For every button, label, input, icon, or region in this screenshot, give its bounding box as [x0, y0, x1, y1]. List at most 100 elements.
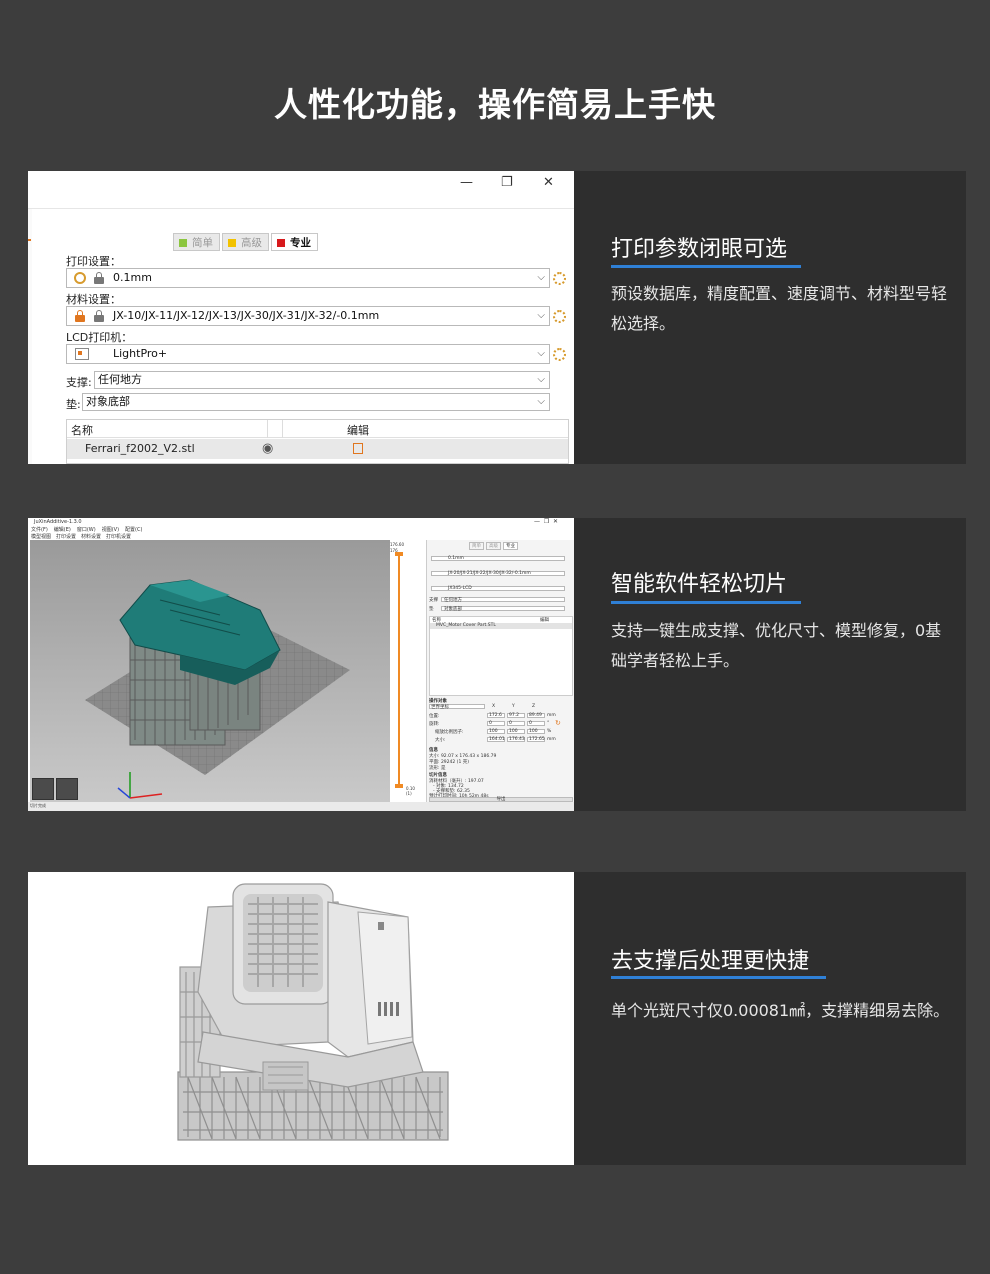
feature-slicer: JuXinAdditive-1.3.0 — ❐ ✕ 文件(F) 编辑(E) 窗口…: [28, 518, 966, 811]
menu-file[interactable]: 文件(F): [31, 526, 48, 533]
scale-y-value: 100: [509, 729, 518, 734]
panel-pad-select[interactable]: 对象底部: [441, 606, 565, 612]
scale-y[interactable]: 100: [507, 729, 525, 734]
mode-switch: 简单 高级 专业: [173, 233, 318, 251]
chevron-down-icon: ⌵: [537, 396, 545, 407]
size-label: 大小:: [435, 738, 446, 743]
layer-slider[interactable]: 176.60 176 0.10 (1): [390, 540, 426, 802]
chevron-down-icon: ⌵: [537, 272, 545, 283]
printer-select[interactable]: LightPro+ ⌵: [66, 344, 550, 364]
print-settings-value: 0.1mm: [113, 271, 152, 284]
slider-top-value: 176.60: [390, 542, 404, 547]
position-x[interactable]: 172.6: [487, 713, 505, 718]
pad-select[interactable]: 对象底部 ⌵: [82, 393, 550, 411]
mode-advanced-button[interactable]: 高级: [222, 233, 269, 251]
print-settings-label: 打印设置：: [66, 255, 121, 268]
size-y[interactable]: 176.43: [507, 737, 525, 742]
tab-material-settings[interactable]: 材料设置: [81, 533, 101, 540]
panel-mode-simple[interactable]: 简单: [469, 542, 484, 550]
menu-config[interactable]: 配置(C): [125, 526, 142, 533]
menu-view[interactable]: 视图(V): [102, 526, 119, 533]
menu-edit[interactable]: 编辑(E): [54, 526, 71, 533]
rotation-z[interactable]: 0: [527, 721, 545, 726]
rotation-x[interactable]: 0: [487, 721, 505, 726]
size-x[interactable]: 164.01: [487, 737, 505, 742]
settings-panel: 简单 高级 专业 0.1mm JX-20/JX-21/JX-22/JX-30/J…: [426, 540, 574, 802]
rotation-y[interactable]: 0: [507, 721, 525, 726]
table-row[interactable]: MVC_Motor Cover Part.STL: [430, 623, 572, 629]
scale-unit: %: [547, 729, 552, 734]
unlock-icon: [75, 310, 85, 322]
slider-handle-bottom[interactable]: [395, 784, 403, 788]
feature-title: 去支撑后处理更快捷: [611, 949, 810, 974]
size-z[interactable]: 172.65: [527, 737, 545, 742]
material-value: JX-10/JX-11/JX-12/JX-13/JX-30/JX-31/JX-3…: [113, 309, 380, 322]
support-select[interactable]: 任何地方 ⌵: [94, 371, 550, 389]
size-y-value: 176.43: [509, 737, 525, 742]
info-manifold: 流形: 是: [429, 766, 446, 771]
restore-icon[interactable]: ❐: [501, 175, 513, 190]
gear-icon[interactable]: [553, 348, 566, 361]
size-unit: mm: [547, 737, 556, 742]
rotation-z-value: 0: [529, 721, 532, 726]
tab-printer-settings[interactable]: 打印机设置: [106, 533, 131, 540]
slider-handle-top[interactable]: [395, 552, 403, 556]
panel-mode-pro[interactable]: 专业: [503, 542, 518, 550]
panel-print-select[interactable]: 0.1mm: [431, 556, 565, 561]
printer-icon: [75, 348, 89, 360]
menu-list: 文件(F) 编辑(E) 窗口(W) 视图(V) 配置(C): [31, 526, 142, 533]
reset-rotation-icon[interactable]: ↻: [555, 719, 561, 727]
page-title: 人性化功能，操作简易上手快: [274, 85, 716, 124]
table-header: 名称 编辑: [67, 420, 568, 438]
scale-z[interactable]: 100: [527, 729, 545, 734]
tab-print-settings[interactable]: 打印设置: [56, 533, 76, 540]
panel-support-select[interactable]: 任何地方: [441, 597, 565, 603]
print-settings-select[interactable]: 0.1mm ⌵: [66, 268, 550, 288]
layer-view-icon[interactable]: [56, 778, 78, 800]
mode-pro-button[interactable]: 专业: [271, 233, 318, 251]
material-label: 材料设置：: [66, 293, 121, 306]
slider-bottom-value2: (1): [406, 791, 412, 796]
scale-label: 缩放比例因子:: [435, 730, 464, 735]
material-select[interactable]: JX-10/JX-11/JX-12/JX-13/JX-30/JX-31/JX-3…: [66, 306, 550, 326]
model-name: Ferrari_f2002_V2.stl: [85, 442, 195, 455]
axis-y-label: Y: [512, 704, 515, 709]
menu-window[interactable]: 窗口(W): [77, 526, 96, 533]
table-row[interactable]: Ferrari_f2002_V2.stl ◉: [67, 439, 568, 459]
col-name: 名称: [71, 424, 93, 437]
panel-printer-select[interactable]: JX345-LCD: [431, 586, 565, 591]
gear-icon[interactable]: [553, 310, 566, 323]
close-icon[interactable]: ✕: [543, 175, 554, 190]
scale-x[interactable]: 100: [487, 729, 505, 734]
panel-mode-advanced[interactable]: 高级: [486, 542, 501, 550]
minimize-icon[interactable]: —: [460, 175, 473, 190]
panel-print-value: 0.1mm: [448, 556, 464, 561]
feature-post-processing: 去支撑后处理更快捷 单个光斑尺寸仅0.00081㎟，支撑精细易去除。: [28, 872, 966, 1165]
status-text: 切片完成: [30, 803, 46, 808]
position-x-value: 172.6: [489, 713, 502, 718]
tab-model-view[interactable]: 模型视图: [31, 533, 51, 540]
position-y[interactable]: 97.2: [507, 713, 525, 718]
model-table: 名称 编辑 Ferrari_f2002_V2.stl ◉: [66, 419, 569, 464]
panel-support-label: 支撑: [429, 598, 438, 603]
size-x-value: 164.01: [489, 737, 505, 742]
coord-select[interactable]: 世界坐标: [429, 704, 485, 710]
lock-icon: [94, 272, 104, 284]
menu-bar: JuXinAdditive-1.3.0 — ❐ ✕ 文件(F) 编辑(E) 窗口…: [28, 518, 574, 540]
feature-description: 预设数据库，精度配置、速度调节、材料型号轻松选择。: [611, 284, 948, 333]
mode-simple-label: 简单: [192, 237, 213, 249]
edit-icon[interactable]: [353, 443, 363, 454]
panel-material-select[interactable]: JX-20/JX-21/JX-22/JX-30/JX-32/-0.1mm: [431, 571, 565, 576]
3d-viewport[interactable]: [30, 540, 390, 802]
green-square-icon: [179, 239, 187, 247]
perspective-view-icon[interactable]: [32, 778, 54, 800]
mode-simple-button[interactable]: 简单: [173, 233, 220, 251]
position-z[interactable]: 89.49: [527, 713, 545, 718]
window-controls[interactable]: — ❐ ✕: [534, 518, 558, 525]
eye-icon[interactable]: ◉: [262, 439, 273, 459]
gear-icon[interactable]: [553, 272, 566, 285]
window-titlebar: — ❐ ✕: [28, 171, 574, 209]
accent-mark: [28, 239, 31, 241]
tab-list: 模型视图 打印设置 材料设置 打印机设置: [31, 533, 131, 540]
axis-x-label: X: [492, 704, 496, 709]
